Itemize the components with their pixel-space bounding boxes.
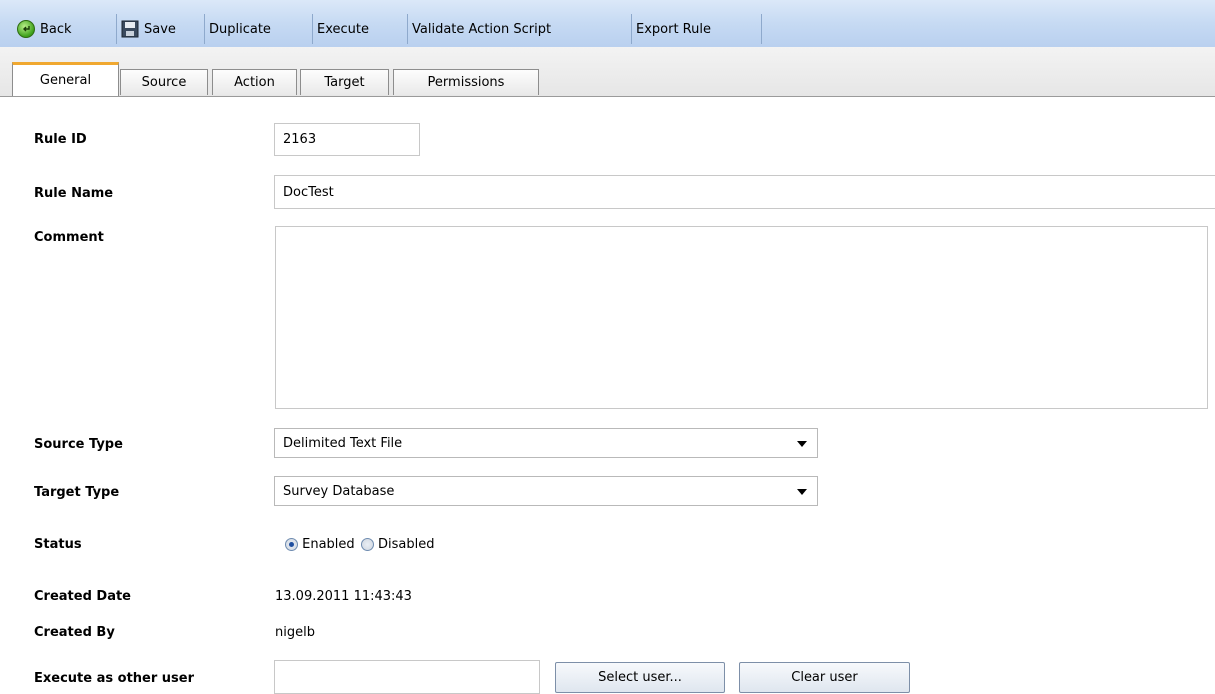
- tab-general[interactable]: General: [12, 62, 119, 96]
- rule-id-label: Rule ID: [34, 132, 87, 147]
- export-rule-button[interactable]: Export Rule: [632, 14, 762, 44]
- save-button[interactable]: Save: [117, 14, 205, 44]
- execute-label: Execute: [317, 21, 369, 37]
- tab-source[interactable]: Source: [120, 69, 208, 95]
- status-enabled-label[interactable]: Enabled: [302, 537, 355, 552]
- chevron-down-icon: [797, 489, 807, 495]
- execute-button[interactable]: Execute: [313, 14, 408, 44]
- status-enabled-radio[interactable]: [285, 538, 298, 551]
- comment-label: Comment: [34, 230, 104, 245]
- floppy-disk-icon: [121, 20, 139, 38]
- tab-permissions[interactable]: Permissions: [393, 69, 539, 95]
- duplicate-button[interactable]: Duplicate: [205, 14, 313, 44]
- rule-name-label: Rule Name: [34, 186, 114, 201]
- validate-label: Validate Action Script: [412, 21, 552, 37]
- execute-as-user-field[interactable]: [274, 660, 540, 694]
- created-by-value: nigelb: [275, 625, 315, 640]
- validate-action-script-button[interactable]: Validate Action Script: [408, 14, 632, 44]
- status-disabled-radio[interactable]: [360, 538, 374, 551]
- export-label: Export Rule: [636, 21, 711, 37]
- created-by-label: Created By: [34, 625, 115, 640]
- back-button[interactable]: Back: [13, 14, 117, 44]
- status-label: Status: [34, 537, 82, 552]
- source-type-select[interactable]: Delimited Text File: [274, 428, 818, 458]
- chevron-down-icon: [797, 441, 807, 447]
- created-date-value: 13.09.2011 11:43:43: [275, 589, 412, 604]
- status-radio-group: Enabled Disabled: [285, 537, 434, 552]
- duplicate-label: Duplicate: [209, 21, 271, 37]
- target-type-label: Target Type: [34, 485, 120, 500]
- select-user-button[interactable]: Select user...: [555, 662, 725, 693]
- source-type-value: Delimited Text File: [283, 435, 403, 451]
- clear-user-button[interactable]: Clear user: [739, 662, 910, 693]
- rule-id-field[interactable]: [274, 123, 420, 156]
- back-arrow-icon: [17, 20, 35, 38]
- tab-target[interactable]: Target: [300, 69, 389, 95]
- target-type-value: Survey Database: [283, 483, 395, 499]
- rule-name-field[interactable]: [274, 175, 1215, 209]
- comment-textarea[interactable]: [275, 226, 1208, 409]
- save-label: Save: [144, 21, 176, 37]
- toolbar: Back Save Duplicate Execute Validate Act…: [0, 0, 1215, 48]
- status-disabled-label[interactable]: Disabled: [378, 537, 434, 552]
- tab-bar: General Source Action Target Permissions: [0, 47, 1215, 97]
- execute-as-label: Execute as other user: [34, 671, 195, 686]
- source-type-label: Source Type: [34, 437, 123, 452]
- back-label: Back: [40, 21, 72, 37]
- target-type-select[interactable]: Survey Database: [274, 476, 818, 506]
- created-date-label: Created Date: [34, 589, 131, 604]
- tab-action[interactable]: Action: [212, 69, 297, 95]
